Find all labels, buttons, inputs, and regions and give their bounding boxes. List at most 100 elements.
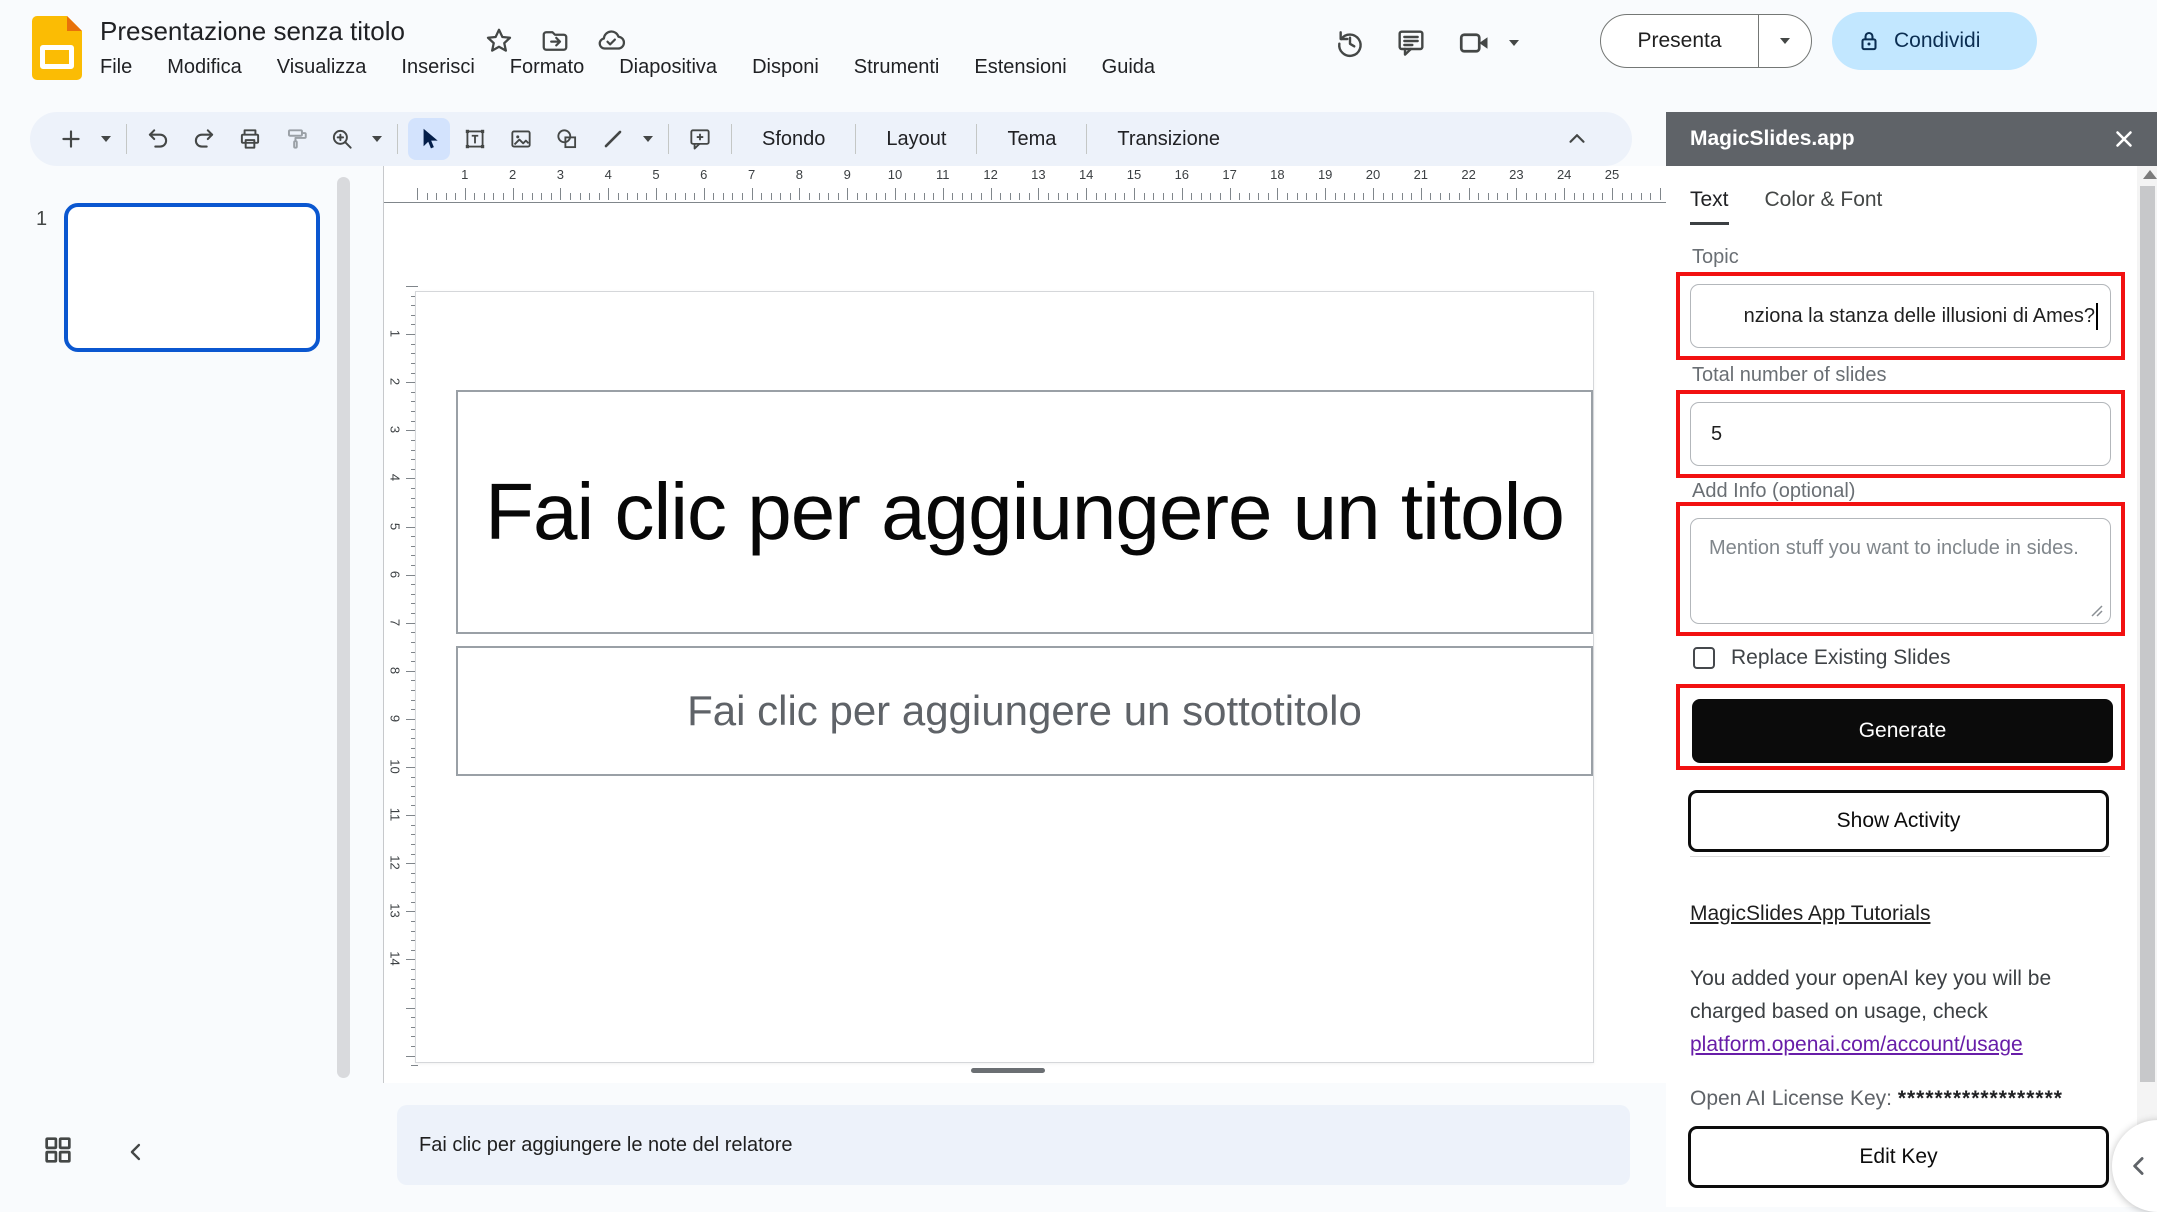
textarea-resize-icon[interactable] xyxy=(2088,602,2104,618)
ruler-tick xyxy=(1650,193,1651,200)
menu-formato[interactable]: Formato xyxy=(510,56,584,79)
ruler-number: 18 xyxy=(1270,167,1284,182)
scroll-up-icon[interactable] xyxy=(2143,170,2157,179)
ruler-tick xyxy=(1287,193,1288,200)
license-key-label: Open AI License Key: xyxy=(1690,1087,1892,1110)
show-activity-button[interactable]: Show Activity xyxy=(1688,790,2109,852)
new-slide-caret-icon[interactable] xyxy=(96,118,116,160)
ruler-number: 7 xyxy=(388,614,403,630)
zoom-caret-icon[interactable] xyxy=(367,118,387,160)
menu-estensioni[interactable]: Estensioni xyxy=(974,56,1066,79)
openai-usage-link[interactable]: platform.openai.com/account/usage xyxy=(1690,1033,2023,1056)
insert-image-button[interactable] xyxy=(500,118,542,160)
ruler-tick xyxy=(1469,188,1470,200)
slide-page[interactable]: Fai clic per aggiungere un titolo Fai cl… xyxy=(415,291,1594,1063)
ruler-number: 3 xyxy=(557,167,564,182)
ruler-tick xyxy=(713,193,714,200)
ruler-tick xyxy=(1516,188,1517,200)
add-info-textarea[interactable]: Mention stuff you want to include in sid… xyxy=(1690,518,2111,624)
line-caret-icon[interactable] xyxy=(638,118,658,160)
toolbar-collapse-icon[interactable] xyxy=(1556,118,1598,160)
ruler-number: 7 xyxy=(748,167,755,182)
menu-guida[interactable]: Guida xyxy=(1102,56,1155,79)
menu-inserisci[interactable]: Inserisci xyxy=(401,56,474,79)
redo-button[interactable] xyxy=(183,118,225,160)
license-key-mask: ****************** xyxy=(1898,1087,2063,1110)
ruler-tick xyxy=(819,193,820,200)
transition-button[interactable]: Transizione xyxy=(1097,128,1240,151)
google-slides-logo-icon[interactable] xyxy=(32,16,82,80)
document-title[interactable]: Presentazione senza titolo xyxy=(100,16,405,47)
tutorials-link[interactable]: MagicSlides App Tutorials xyxy=(1690,902,1930,926)
ruler-tick xyxy=(1641,193,1642,200)
ruler-tick xyxy=(962,193,963,200)
new-slide-button[interactable] xyxy=(50,118,92,160)
menu-modifica[interactable]: Modifica xyxy=(167,56,241,79)
filmstrip-collapse-icon[interactable] xyxy=(122,1138,150,1166)
close-icon[interactable] xyxy=(2111,126,2137,152)
menu-diapositiva[interactable]: Diapositiva xyxy=(619,56,717,79)
comments-icon[interactable] xyxy=(1378,22,1444,64)
ruler-tick xyxy=(1239,193,1240,200)
undo-button[interactable] xyxy=(137,118,179,160)
move-to-folder-icon[interactable] xyxy=(540,26,570,56)
ruler-tick xyxy=(1019,193,1020,200)
theme-button[interactable]: Tema xyxy=(987,128,1076,151)
present-dropdown-caret-icon[interactable] xyxy=(1759,38,1811,44)
ruler-tick xyxy=(570,193,571,200)
share-button[interactable]: Condividi xyxy=(1832,12,2037,70)
tab-text[interactable]: Text xyxy=(1690,188,1729,225)
menu-visualizza[interactable]: Visualizza xyxy=(277,56,367,79)
ruler-number: 16 xyxy=(1175,167,1189,182)
insert-comment-button[interactable] xyxy=(679,118,721,160)
zoom-button[interactable] xyxy=(321,118,363,160)
ruler-tick xyxy=(761,193,762,200)
tab-color-font[interactable]: Color & Font xyxy=(1765,188,1883,225)
meet-camera-icon[interactable] xyxy=(1444,22,1504,64)
layout-button[interactable]: Layout xyxy=(866,128,966,151)
version-history-icon[interactable] xyxy=(1322,22,1378,64)
slide-subtitle-placeholder-box[interactable]: Fai clic per aggiungere un sottotitolo xyxy=(456,646,1593,776)
cloud-saved-icon[interactable] xyxy=(596,26,626,56)
menu-strumenti[interactable]: Strumenti xyxy=(854,56,940,79)
filmstrip-slide-number: 1 xyxy=(36,208,47,231)
text-box-button[interactable] xyxy=(454,118,496,160)
insert-line-button[interactable] xyxy=(592,118,634,160)
ruler-tick xyxy=(1067,193,1068,200)
ruler-number: 11 xyxy=(388,807,403,823)
ruler-tick xyxy=(1038,188,1039,200)
present-button[interactable]: Presenta xyxy=(1600,14,1812,68)
speaker-notes-box[interactable]: Fai clic per aggiungere le note del rela… xyxy=(397,1105,1630,1185)
topic-input[interactable]: nziona la stanza delle illusioni di Ames… xyxy=(1690,284,2111,348)
filmstrip-scrollbar[interactable] xyxy=(337,177,350,1078)
ruler-tick xyxy=(1373,188,1374,200)
generate-button[interactable]: Generate xyxy=(1692,699,2113,763)
ruler-tick xyxy=(1220,193,1221,200)
grid-view-icon[interactable] xyxy=(41,1133,75,1167)
notes-resize-handle[interactable] xyxy=(971,1068,1045,1073)
slide-title-placeholder-box[interactable]: Fai clic per aggiungere un titolo xyxy=(456,390,1593,634)
menu-file[interactable]: File xyxy=(100,56,132,79)
select-tool-button[interactable] xyxy=(408,118,450,160)
ruler-tick xyxy=(1536,193,1537,200)
replace-existing-checkbox[interactable] xyxy=(1693,647,1715,669)
print-button[interactable] xyxy=(229,118,271,160)
paint-format-button[interactable] xyxy=(275,118,317,160)
panel-scrollbar-thumb[interactable] xyxy=(2140,186,2155,1082)
insert-shape-button[interactable] xyxy=(546,118,588,160)
star-icon[interactable] xyxy=(484,26,514,56)
text-cursor xyxy=(2096,303,2098,330)
ruler-tick xyxy=(991,188,992,200)
camera-dropdown-caret-icon[interactable] xyxy=(1504,22,1524,64)
filmstrip-slide-thumbnail[interactable] xyxy=(64,203,320,352)
edit-key-button[interactable]: Edit Key xyxy=(1688,1126,2109,1188)
menu-disponi[interactable]: Disponi xyxy=(752,56,819,79)
speaker-notes-placeholder: Fai clic per aggiungere le note del rela… xyxy=(419,1134,793,1157)
ruler-tick xyxy=(1411,193,1412,200)
background-button[interactable]: Sfondo xyxy=(742,128,845,151)
ruler-tick xyxy=(637,193,638,200)
total-slides-input[interactable] xyxy=(1690,402,2111,466)
ruler-tick xyxy=(1574,193,1575,200)
ruler-number: 6 xyxy=(388,566,403,582)
ruler-tick xyxy=(1201,193,1202,200)
